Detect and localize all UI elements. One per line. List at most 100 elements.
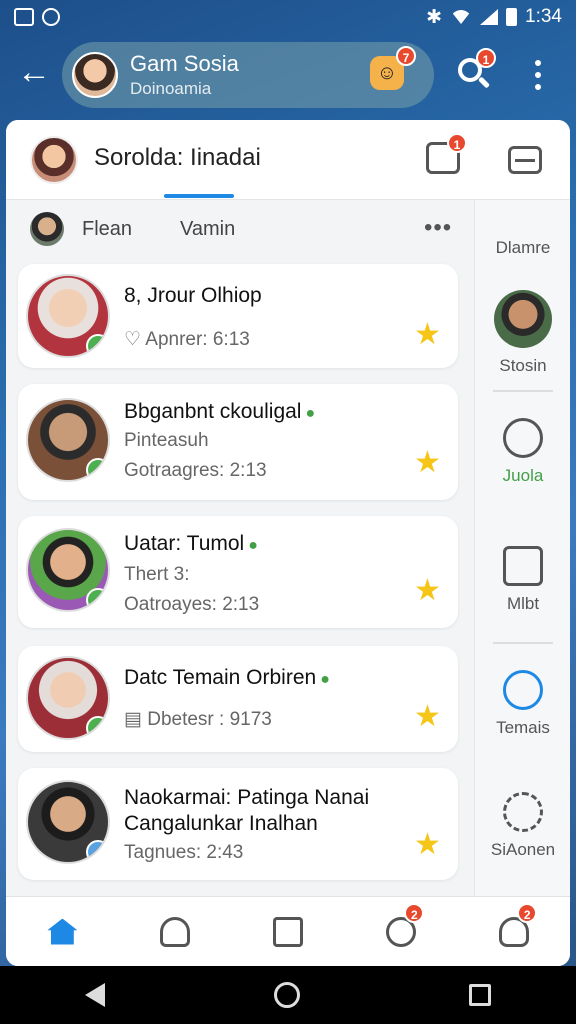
star-icon[interactable]: ★ (414, 320, 441, 350)
search-badge: 1 (476, 48, 496, 68)
rail-divider (493, 390, 553, 392)
status-badge (86, 458, 108, 480)
status-right: ✱ 1:34 (426, 6, 562, 29)
list-item[interactable]: Naokarmai: Patinga Nanai Cangalunkar Ina… (18, 768, 458, 880)
contact-name: Uatar: Tumol ● (124, 532, 258, 556)
rail-item-stosin[interactable]: Stosin (475, 290, 570, 376)
tab-flean[interactable]: Flean (82, 218, 132, 241)
status-left (14, 8, 60, 26)
card-title: Sorolda: Iinadai (94, 144, 261, 171)
rail-item-temais[interactable]: Temais (475, 670, 570, 738)
contact-name-text: Bbganbnt ckouligal (124, 400, 302, 423)
status-time: 1:34 (525, 6, 562, 27)
rail-item-juola[interactable]: Juola (475, 418, 570, 486)
gallery-icon (14, 8, 34, 26)
avatar (26, 656, 110, 740)
contact-name-text: Uatar: Tumol (124, 532, 245, 555)
avatar (26, 780, 110, 864)
profile-pill[interactable]: Gam Sosia Doinoamia ☺ 7 (62, 42, 434, 108)
nav-profile[interactable]: 2 (457, 897, 570, 966)
contact-detail: ♡ Apnrer: 6:13 (124, 328, 250, 351)
online-icon: ● (248, 537, 258, 554)
inbox-icon[interactable] (508, 146, 542, 174)
star-icon[interactable]: ★ (414, 576, 441, 606)
notif-badge: 2 (404, 903, 425, 923)
list-item[interactable]: Bbganbnt ckouligal ● Pinteasuh Gotraagres… (18, 384, 458, 500)
calendar-icon: ▤ (124, 709, 148, 730)
profile-subtitle: Doinoamia (130, 79, 212, 98)
rail-label: Stosin (499, 356, 547, 375)
list-item[interactable]: Uatar: Tumol ● Thert 3: Oatroayes: 2:13 ★ (18, 516, 458, 628)
contact-time: Tagnues: 2:43 (124, 842, 244, 863)
chat-icon[interactable]: 1 (426, 133, 467, 174)
avatar (26, 528, 110, 612)
contact-subname: Cangalunkar Inalhan (124, 812, 318, 835)
sub-tabs-row: Flean Vamin ••• (6, 200, 474, 260)
search-button[interactable]: 1 (456, 48, 496, 92)
dot-icon (535, 60, 541, 66)
star-icon[interactable]: ★ (414, 830, 441, 860)
avatar[interactable] (30, 136, 78, 184)
system-recents-icon[interactable] (469, 984, 492, 1006)
nav-notifications[interactable]: 2 (344, 897, 457, 966)
bottom-nav: 2 2 (6, 896, 570, 966)
search-handle (477, 76, 491, 89)
rail-label: Juola (502, 466, 544, 485)
mascot-icon[interactable]: ☺ 7 (370, 46, 416, 90)
edit-icon (272, 916, 303, 947)
contact-status: Pinteasuh (124, 430, 209, 451)
gear-icon (503, 792, 543, 832)
online-icon: ● (305, 405, 316, 422)
star-icon[interactable]: ★ (414, 702, 441, 732)
rail-item-siaonen[interactable]: SiAonen (475, 792, 570, 860)
status-bar: ✱ 1:34 (0, 0, 576, 34)
star-icon[interactable]: ★ (414, 448, 441, 478)
active-tab-indicator (164, 194, 234, 198)
main-card: Sorolda: Iinadai 1 Flean Vamin ••• 8, Jr… (6, 120, 570, 966)
avatar (26, 274, 110, 358)
profile-name: Gam Sosia (130, 51, 239, 76)
more-options-icon[interactable]: ••• (424, 214, 452, 242)
tab-vamin[interactable]: Vamin (180, 218, 235, 241)
status-badge (86, 716, 108, 738)
avatar (26, 398, 110, 482)
rail-item-mlbt[interactable]: Mlbt (475, 546, 570, 614)
system-home-icon[interactable] (273, 982, 300, 1008)
contact-icon (503, 418, 543, 458)
contact-time: Gotraagres: 2:13 (124, 460, 267, 481)
avatar[interactable] (30, 212, 64, 246)
contact-status: Thert 3: (124, 564, 190, 585)
battery-icon (506, 8, 518, 26)
contact-name: 8, Jrour Olhiop (124, 284, 262, 307)
contact-time: Dbetesr : 9173 (147, 709, 272, 730)
avatar (72, 52, 118, 98)
list-item[interactable]: Datc Temain Orbiren ● ▤ Dbetesr : 9173 ★ (18, 646, 458, 752)
chat-badge: 1 (447, 133, 467, 153)
clipboard-icon (503, 546, 543, 586)
rail-label: Mlbt (506, 594, 540, 613)
heart-icon: ♡ (124, 329, 146, 350)
system-back-icon[interactable] (84, 983, 105, 1007)
mascot-badge: 7 (396, 46, 416, 66)
online-icon: ● (320, 671, 330, 688)
signal-icon (480, 9, 499, 25)
nav-edit[interactable] (232, 897, 345, 966)
contact-name-text: Datc Temain Orbiren (124, 666, 317, 689)
pin-icon (160, 916, 191, 947)
rail-item-dlamre[interactable]: Dlamre (475, 230, 570, 258)
nav-pin[interactable] (119, 897, 232, 966)
rail-divider (493, 642, 553, 644)
list-item[interactable]: 8, Jrour Olhiop ♡ Apnrer: 6:13 ★ (18, 264, 458, 368)
contact-detail: ▤ Dbetesr : 9173 (124, 708, 272, 731)
more-menu-button[interactable] (526, 56, 550, 94)
status-badge (86, 840, 108, 862)
rail-label: SiAonen (490, 840, 556, 859)
back-button[interactable]: ← (14, 54, 54, 94)
wifi-icon (450, 10, 473, 24)
dot-icon (535, 84, 541, 90)
contact-name: Bbganbnt ckouligal ● (124, 400, 315, 424)
nav-home[interactable] (6, 897, 119, 966)
status-badge (86, 334, 108, 356)
card-header: Sorolda: Iinadai 1 (6, 120, 570, 200)
right-rail: Dlamre Stosin Juola Mlbt Temais SiAonen (474, 200, 570, 900)
